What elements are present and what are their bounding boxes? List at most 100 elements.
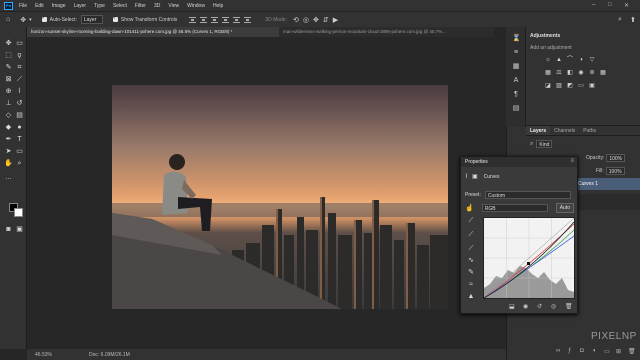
3d-orbit-icon[interactable]: ⟲: [293, 16, 299, 24]
photo-filter-icon[interactable]: ◉: [577, 69, 585, 77]
background-color-swatch[interactable]: [14, 208, 23, 217]
curve-points-icon[interactable]: ∿: [467, 257, 475, 265]
3d-pan-icon[interactable]: ✥: [313, 16, 319, 24]
align-left-icon[interactable]: [222, 16, 230, 23]
3d-roll-icon[interactable]: ◎: [303, 16, 309, 24]
new-group-icon[interactable]: ▭: [604, 348, 610, 355]
quick-select-tool-icon[interactable]: ✎: [4, 63, 13, 72]
history-icon[interactable]: ⌛: [512, 35, 521, 43]
search-icon[interactable]: ⌕: [618, 16, 622, 24]
levels-icon[interactable]: ▲: [555, 56, 563, 64]
pencil-draw-icon[interactable]: ✎: [467, 269, 475, 277]
black-white-icon[interactable]: ◧: [566, 69, 574, 77]
new-layer-icon[interactable]: ⊞: [616, 348, 621, 355]
brightness-icon[interactable]: ☼: [544, 56, 552, 64]
menu-view[interactable]: View: [168, 3, 179, 9]
tab-channels[interactable]: Channels: [550, 126, 579, 135]
visibility-icon[interactable]: ◎: [551, 303, 556, 310]
properties-header[interactable]: Properties: [461, 157, 577, 167]
new-adjustment-icon[interactable]: ◑: [592, 348, 596, 354]
swatches-icon[interactable]: ▤: [512, 105, 520, 113]
histogram-warning-icon[interactable]: ▲: [467, 293, 475, 301]
share-icon[interactable]: ⬆: [630, 16, 636, 24]
minimize-icon[interactable]: –: [592, 2, 595, 8]
delete-layer-icon[interactable]: 🗑: [628, 348, 636, 355]
zoom-tool-icon[interactable]: ⌕: [15, 159, 24, 168]
menu-3d[interactable]: 3D: [154, 3, 160, 9]
smooth-icon[interactable]: ≈: [467, 281, 475, 289]
auto-button[interactable]: Auto: [555, 203, 575, 213]
align-center-icon[interactable]: [233, 16, 241, 23]
view-previous-icon[interactable]: ◉: [523, 303, 528, 310]
curves-graph[interactable]: [483, 217, 575, 299]
libraries-icon[interactable]: ▦: [512, 63, 520, 71]
show-transform-checkbox[interactable]: [112, 15, 118, 22]
gradient-map-icon[interactable]: ▭: [577, 82, 585, 90]
align-middle-icon[interactable]: [200, 16, 208, 23]
opacity-input[interactable]: 100%: [606, 154, 626, 162]
type-tool-icon[interactable]: T: [15, 135, 24, 144]
align-bottom-icon[interactable]: [211, 16, 219, 23]
posterize-icon[interactable]: ▨: [555, 82, 563, 90]
brush-tool-icon[interactable]: ⌇: [15, 87, 24, 96]
eyedropper-tool-icon[interactable]: ⟋: [15, 75, 24, 84]
menu-help[interactable]: Help: [213, 3, 223, 9]
threshold-icon[interactable]: ◩: [566, 82, 574, 90]
properties-icon[interactable]: ≡: [512, 49, 520, 57]
preset-dropdown[interactable]: Custom: [484, 191, 571, 199]
hand-tool-icon[interactable]: ✋: [4, 159, 13, 168]
move-tool-icon[interactable]: ✥: [4, 39, 13, 48]
eyedropper-gray-icon[interactable]: ⟋: [467, 231, 475, 239]
menu-edit[interactable]: Edit: [35, 3, 44, 9]
channel-dropdown[interactable]: RGB: [481, 204, 548, 212]
menu-select[interactable]: Select: [113, 3, 127, 9]
tab-horizon-sunset[interactable]: horizon-sunset-skyline-morning-building-…: [27, 27, 279, 37]
history-brush-tool-icon[interactable]: ↺: [15, 99, 24, 108]
menu-layer[interactable]: Layer: [74, 3, 87, 9]
invert-icon[interactable]: ◪: [544, 82, 552, 90]
blur-tool-icon[interactable]: ◆: [4, 123, 13, 132]
reset-icon[interactable]: ↺: [537, 303, 542, 310]
panel-menu-icon[interactable]: ≡: [570, 158, 574, 164]
lasso-tool-icon[interactable]: ϙ: [15, 51, 24, 60]
auto-select-checkbox[interactable]: [41, 15, 47, 22]
eraser-tool-icon[interactable]: ◇: [4, 111, 13, 120]
paragraph-icon[interactable]: ¶: [512, 91, 520, 99]
link-layers-icon[interactable]: ∞: [556, 348, 560, 354]
hue-sat-icon[interactable]: ▦: [544, 69, 552, 77]
menu-file[interactable]: File: [19, 3, 27, 9]
dodge-tool-icon[interactable]: ●: [15, 123, 24, 132]
color-lookup-icon[interactable]: ▦: [599, 69, 607, 77]
vibrance-icon[interactable]: ▽: [588, 56, 596, 64]
marquee-tool-icon[interactable]: ⬚: [4, 51, 13, 60]
maximize-icon[interactable]: □: [608, 2, 612, 8]
align-top-icon[interactable]: [189, 16, 197, 23]
tab-layers[interactable]: Layers: [526, 126, 551, 135]
menu-filter[interactable]: Filter: [135, 3, 146, 9]
chevron-down-icon[interactable]: ▾: [29, 17, 32, 23]
menu-type[interactable]: Type: [94, 3, 105, 9]
auto-select-dropdown[interactable]: Layer: [80, 15, 103, 24]
selective-color-icon[interactable]: ▣: [588, 82, 596, 90]
tab-man-wilderness[interactable]: man-wilderness-walking-person-mountain-c…: [279, 27, 494, 37]
home-icon[interactable]: ⌂: [6, 16, 10, 23]
screen-mode-icon[interactable]: ▣: [15, 225, 24, 234]
add-mask-icon[interactable]: ◘: [580, 348, 584, 354]
fill-input[interactable]: 100%: [605, 167, 625, 175]
target-adjust-icon[interactable]: ☝: [465, 204, 474, 212]
channel-mixer-icon[interactable]: ⊛: [588, 69, 596, 77]
more-tools-icon[interactable]: …: [4, 173, 13, 182]
path-select-tool-icon[interactable]: ➤: [4, 147, 13, 156]
3d-scale-icon[interactable]: ▶: [333, 16, 338, 24]
crop-tool-icon[interactable]: ⌗: [15, 63, 24, 72]
color-balance-icon[interactable]: ⚖: [555, 69, 563, 77]
eyedropper-black-icon[interactable]: ⟋: [467, 217, 475, 225]
shape-tool-icon[interactable]: ▭: [15, 147, 24, 156]
gradient-tool-icon[interactable]: ▤: [15, 111, 24, 120]
clone-stamp-tool-icon[interactable]: ⊥: [4, 99, 13, 108]
artboard-tool-icon[interactable]: ▭: [15, 39, 24, 48]
document-image[interactable]: [112, 85, 448, 309]
curves-icon[interactable]: ⌒: [566, 56, 574, 64]
align-right-icon[interactable]: [244, 16, 252, 23]
character-icon[interactable]: A: [512, 77, 520, 85]
